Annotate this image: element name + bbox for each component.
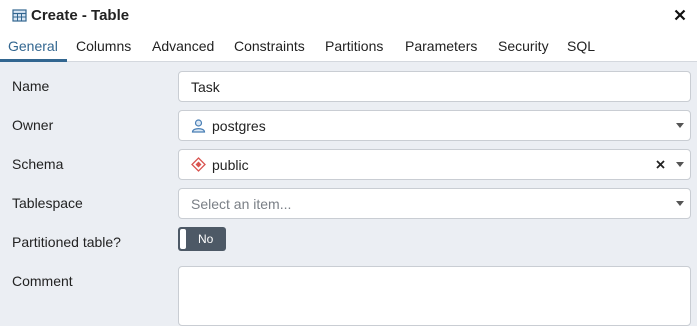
tab-advanced[interactable]: Advanced bbox=[152, 31, 214, 62]
partitioned-toggle[interactable]: No bbox=[178, 227, 226, 251]
owner-value: postgres bbox=[212, 117, 266, 134]
name-value: Task bbox=[191, 78, 220, 95]
schema-value: public bbox=[212, 156, 249, 173]
tab-constraints[interactable]: Constraints bbox=[234, 31, 305, 62]
chevron-down-icon[interactable] bbox=[676, 201, 684, 206]
tab-parameters[interactable]: Parameters bbox=[405, 31, 477, 62]
tablespace-placeholder: Select an item... bbox=[191, 195, 292, 212]
name-label: Name bbox=[12, 78, 50, 94]
owner-select[interactable]: postgres bbox=[178, 110, 691, 141]
toggle-knob bbox=[179, 228, 187, 250]
user-icon bbox=[191, 118, 206, 133]
general-form: Name Task Owner postgres Schema public T… bbox=[0, 62, 697, 326]
dialog-titlebar: Create - Table bbox=[0, 0, 697, 31]
partitioned-label: Partitioned table? bbox=[12, 234, 121, 250]
schema-icon bbox=[191, 157, 206, 172]
comment-textarea[interactable] bbox=[178, 266, 691, 326]
clear-icon[interactable] bbox=[656, 157, 665, 172]
schema-select[interactable]: public bbox=[178, 149, 691, 180]
comment-label: Comment bbox=[12, 273, 73, 289]
owner-label: Owner bbox=[12, 117, 54, 133]
tab-sql[interactable]: SQL bbox=[567, 31, 595, 62]
chevron-down-icon[interactable] bbox=[676, 123, 684, 128]
name-input[interactable]: Task bbox=[178, 71, 691, 102]
tab-partitions[interactable]: Partitions bbox=[325, 31, 383, 62]
schema-label: Schema bbox=[12, 156, 64, 172]
tab-general[interactable]: General bbox=[8, 31, 58, 62]
tab-columns[interactable]: Columns bbox=[76, 31, 131, 62]
close-icon[interactable] bbox=[672, 7, 688, 23]
chevron-down-icon[interactable] bbox=[676, 162, 684, 167]
table-icon bbox=[12, 8, 27, 23]
tablespace-select[interactable]: Select an item... bbox=[178, 188, 691, 219]
tab-bar: General Columns Advanced Constraints Par… bbox=[0, 31, 697, 62]
tab-security[interactable]: Security bbox=[498, 31, 549, 62]
dialog-title: Create - Table bbox=[31, 7, 130, 24]
tablespace-label: Tablespace bbox=[12, 195, 83, 211]
toggle-state: No bbox=[198, 232, 214, 246]
